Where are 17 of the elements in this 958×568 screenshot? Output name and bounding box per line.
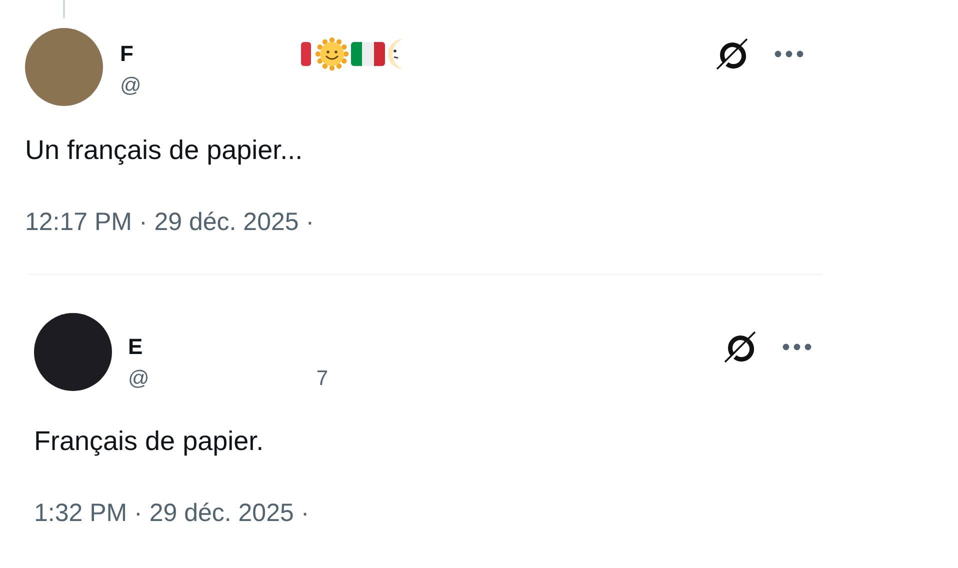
more-icon[interactable]: [774, 50, 804, 58]
author-name[interactable]: E: [128, 333, 143, 361]
slashed-circle-icon[interactable]: [722, 329, 758, 365]
post-text: Français de papier.: [34, 425, 265, 458]
crescent-moon-icon: [387, 37, 406, 71]
post-timestamp[interactable]: 1:32 PM · 29 déc. 2025 ·: [34, 497, 958, 529]
more-icon[interactable]: [782, 343, 812, 351]
author-handle[interactable]: 7: [316, 365, 328, 393]
post-text: Un français de papier...: [25, 134, 304, 167]
slashed-circle-icon[interactable]: [714, 36, 750, 72]
author-handle[interactable]: @: [128, 365, 150, 393]
smiling-sun-icon: [315, 37, 350, 71]
author-handle[interactable]: @: [120, 72, 142, 100]
flag-icon: [351, 41, 386, 67]
post-timestamp[interactable]: 12:17 PM · 29 déc. 2025 ·: [25, 206, 958, 238]
author-name[interactable]: F: [120, 40, 134, 68]
flag-strip-icon: [301, 41, 314, 67]
